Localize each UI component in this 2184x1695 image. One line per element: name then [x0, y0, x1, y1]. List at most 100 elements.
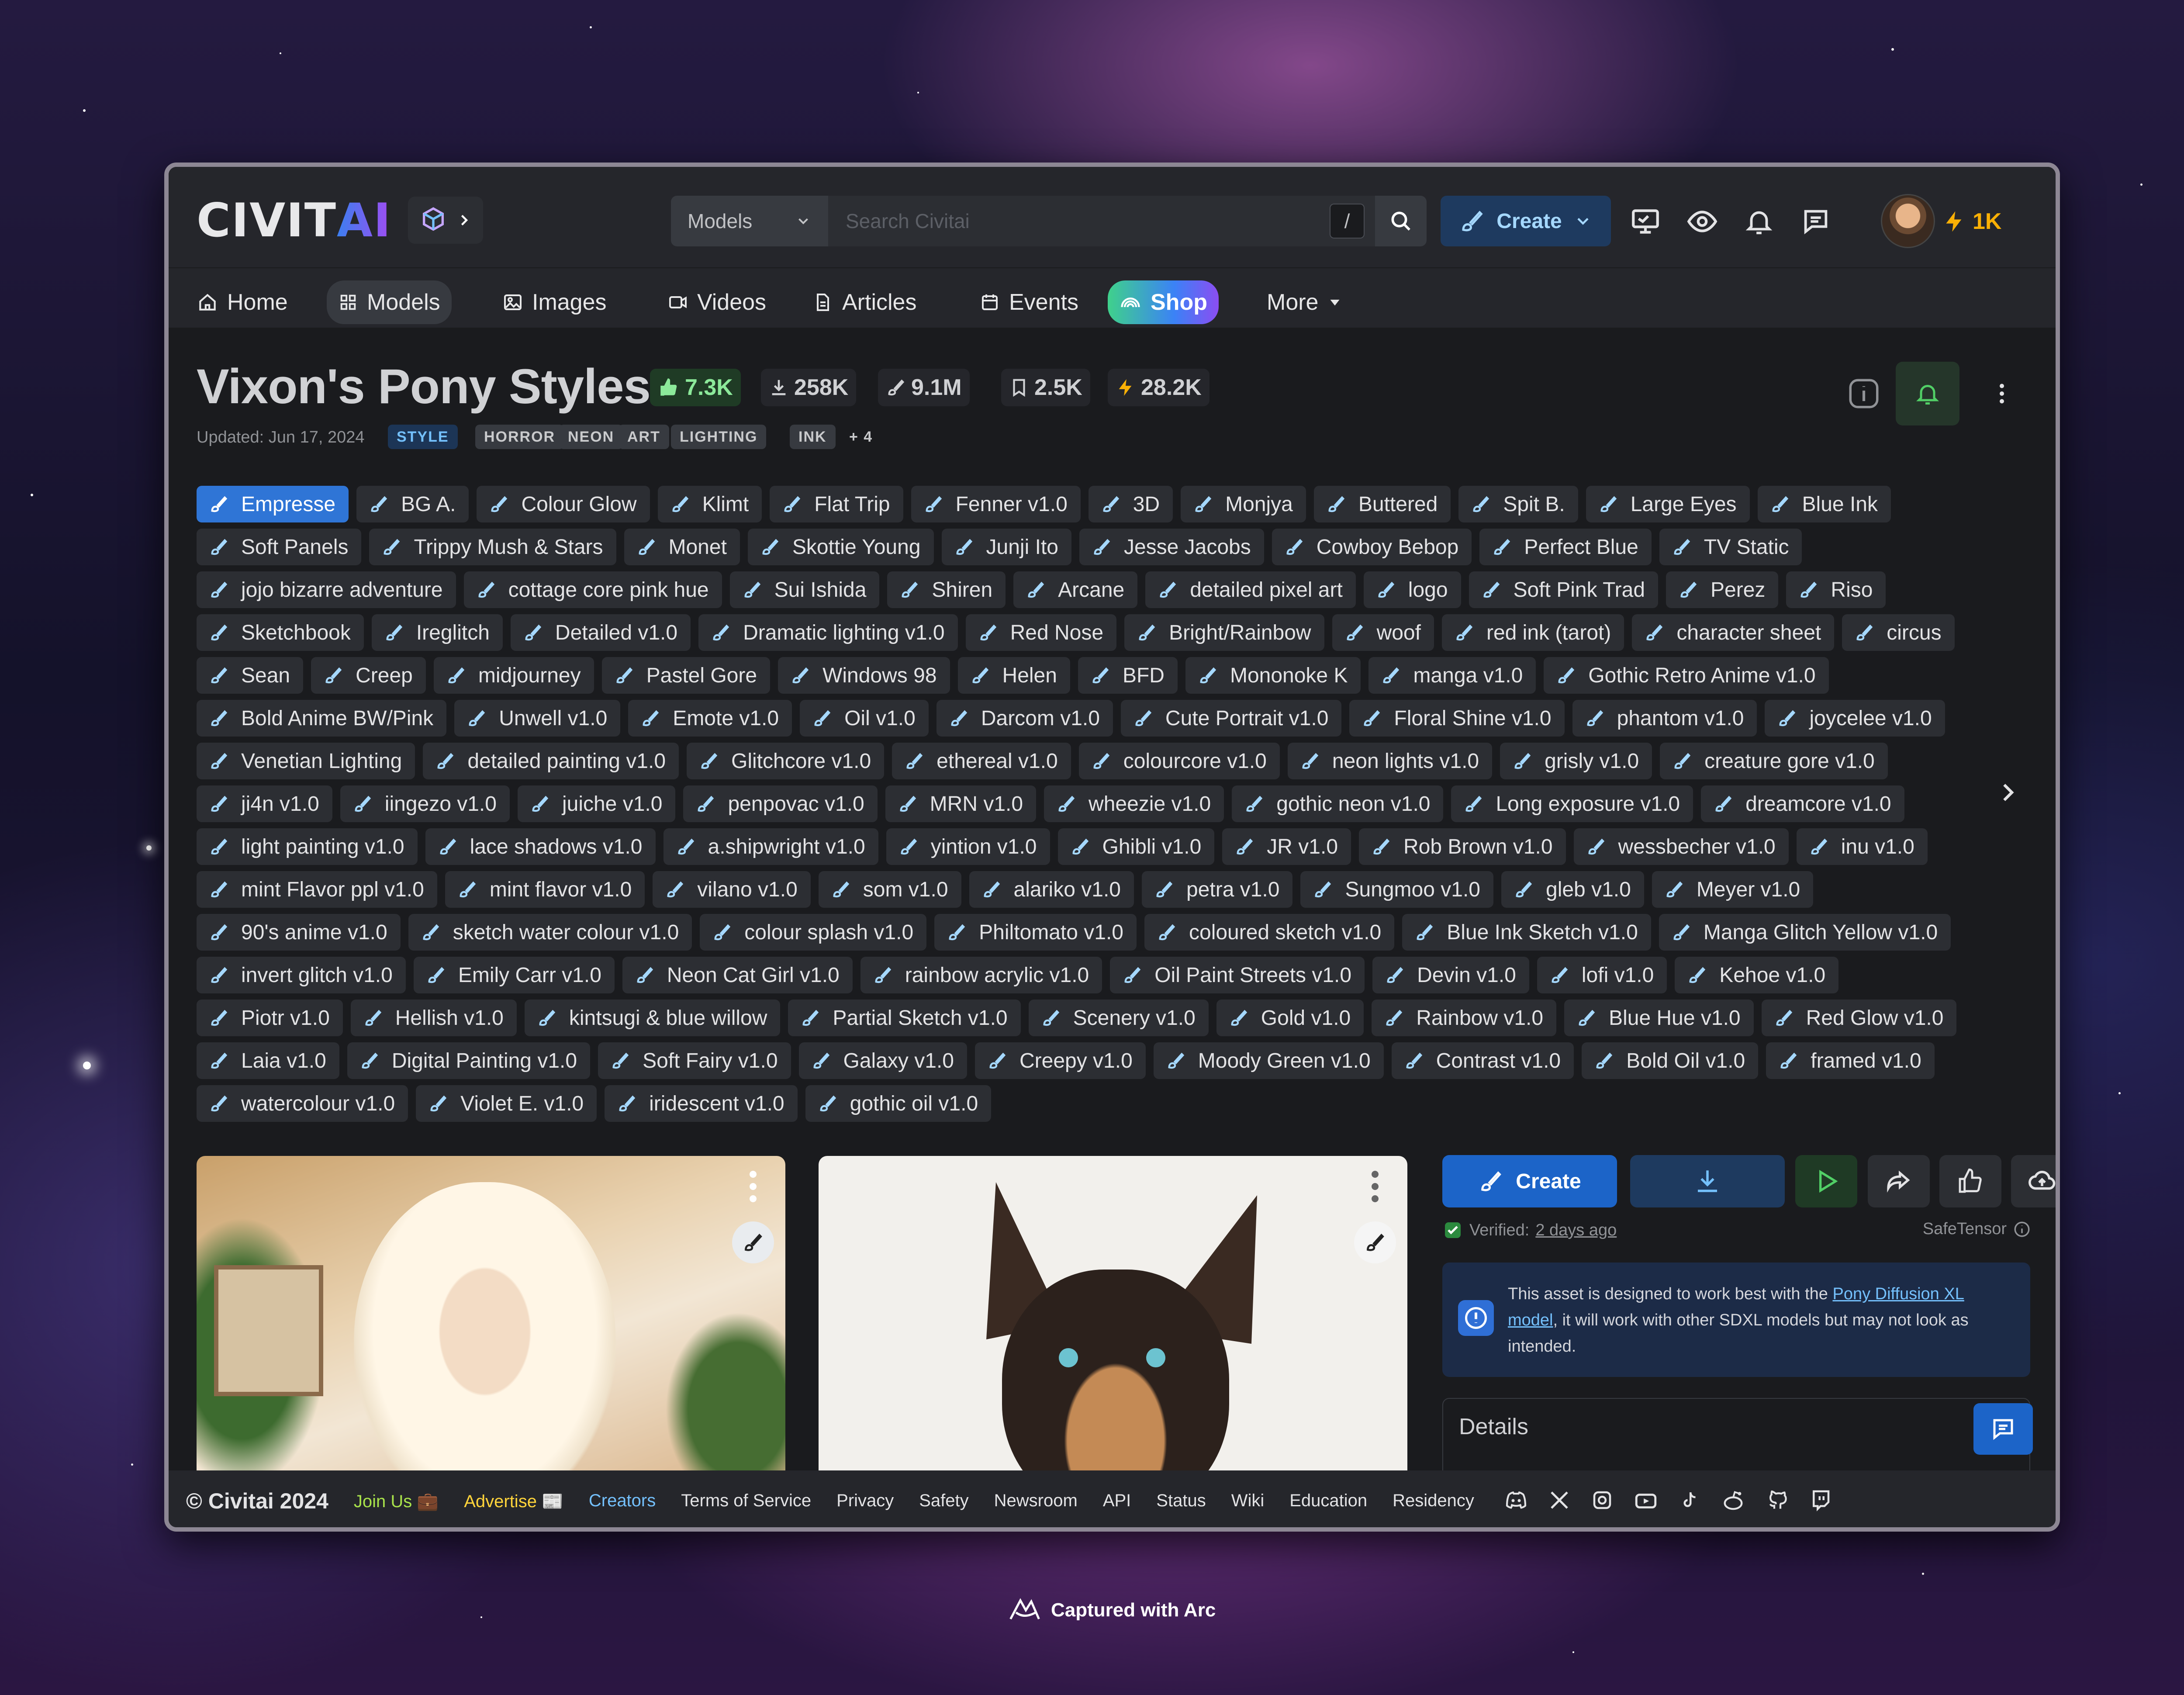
version-chip[interactable]: wheezie v1.0	[1044, 785, 1224, 822]
version-chip[interactable]: Digital Painting v1.0	[347, 1042, 591, 1079]
version-chip[interactable]: Violet E. v1.0	[416, 1085, 597, 1122]
version-chip[interactable]: gleb v1.0	[1501, 871, 1644, 908]
footer-link[interactable]: Newsroom	[994, 1491, 1078, 1512]
version-chip[interactable]: Creep	[311, 657, 426, 694]
version-chip[interactable]: Sketchbook	[197, 614, 364, 651]
notify-button[interactable]	[1896, 362, 1959, 425]
version-chip[interactable]: Empresse	[197, 486, 349, 522]
version-chip[interactable]: Spit B.	[1458, 486, 1578, 522]
footer-link[interactable]: API	[1103, 1491, 1131, 1512]
model-menu-button[interactable]	[1970, 362, 2034, 425]
version-chip[interactable]: alariko v1.0	[969, 871, 1134, 908]
version-chip[interactable]: Monjya	[1181, 486, 1306, 522]
version-chip[interactable]: grisly v1.0	[1500, 743, 1652, 779]
footer-link[interactable]: Wiki	[1231, 1491, 1265, 1512]
version-chip[interactable]: Contrast v1.0	[1391, 1042, 1574, 1079]
version-chip[interactable]: Soft Pink Trad	[1469, 571, 1659, 608]
more-tags-button[interactable]: + 4	[840, 425, 881, 449]
version-chip[interactable]: Emily Carr v1.0	[413, 957, 615, 993]
discussion-button[interactable]	[1973, 1403, 2033, 1455]
version-chip[interactable]: Large Eyes	[1586, 486, 1750, 522]
version-chip[interactable]: juiche v1.0	[517, 785, 676, 822]
version-chip[interactable]: som v1.0	[818, 871, 961, 908]
version-chip[interactable]: Hellish v1.0	[350, 1000, 517, 1036]
version-chip[interactable]: framed v1.0	[1766, 1042, 1935, 1079]
version-chip[interactable]: petra v1.0	[1141, 871, 1293, 908]
logo-menu-button[interactable]	[408, 197, 483, 244]
versions-next-button[interactable]	[1994, 779, 2021, 808]
nav-events[interactable]: Events	[968, 280, 1090, 324]
version-chip[interactable]: neon lights v1.0	[1287, 743, 1493, 779]
version-chip[interactable]: wessbecher v1.0	[1573, 828, 1789, 865]
version-chip[interactable]: jojo bizarre adventure	[197, 571, 456, 608]
version-chip[interactable]: a.shipwright v1.0	[663, 828, 878, 865]
version-chip[interactable]: creature gore v1.0	[1660, 743, 1888, 779]
version-chip[interactable]: manga v1.0	[1368, 657, 1536, 694]
version-chip[interactable]: Riso	[1786, 571, 1886, 608]
stat-buzz[interactable]: 28.2K	[1108, 369, 1209, 406]
instagram-icon[interactable]	[1590, 1488, 1614, 1512]
version-chip[interactable]: ethereal v1.0	[892, 743, 1071, 779]
search-input[interactable]: Search Civitai /	[828, 196, 1375, 246]
version-chip[interactable]: Trippy Mush & Stars	[369, 529, 616, 565]
nav-articles[interactable]: Articles	[801, 280, 928, 324]
preview-image-1[interactable]	[197, 1156, 785, 1479]
version-chip[interactable]: Bright/Rainbow	[1124, 614, 1324, 651]
version-chip[interactable]: Helen	[957, 657, 1070, 694]
version-chip[interactable]: vilano v1.0	[653, 871, 811, 908]
version-chip[interactable]: Sean	[197, 657, 304, 694]
version-chip[interactable]: Rainbow v1.0	[1372, 1000, 1557, 1036]
version-chip[interactable]: Buttered	[1313, 486, 1451, 522]
version-chip[interactable]: phantom v1.0	[1572, 700, 1757, 737]
version-chip[interactable]: joycelee v1.0	[1765, 700, 1945, 737]
info-icon[interactable]	[2013, 1220, 2031, 1238]
user-avatar[interactable]	[1881, 194, 1935, 248]
version-chip[interactable]: Bold Oil v1.0	[1582, 1042, 1759, 1079]
version-chip[interactable]: BFD	[1078, 657, 1178, 694]
footer-link[interactable]: Join Us 💼	[354, 1491, 439, 1512]
github-icon[interactable]	[1765, 1488, 1790, 1513]
version-chip[interactable]: Partial Sketch v1.0	[788, 1000, 1021, 1036]
reddit-icon[interactable]	[1721, 1488, 1746, 1514]
version-chip[interactable]: Emote v1.0	[628, 700, 792, 737]
youtube-icon[interactable]	[1633, 1488, 1659, 1514]
stat-bookmarks[interactable]: 2.5K	[1001, 369, 1090, 406]
version-chip[interactable]: MRN v1.0	[885, 785, 1037, 822]
version-chip[interactable]: Galaxy v1.0	[798, 1042, 967, 1079]
version-chip[interactable]: Philtomato v1.0	[934, 914, 1137, 951]
version-chip[interactable]: Skottie Young	[747, 529, 934, 565]
version-chip[interactable]: Moody Green v1.0	[1153, 1042, 1384, 1079]
eye-icon[interactable]	[1683, 202, 1722, 241]
version-chip[interactable]: colourcore v1.0	[1078, 743, 1280, 779]
version-chip[interactable]: Oil Paint Streets v1.0	[1110, 957, 1365, 993]
version-chip[interactable]: Perfect Blue	[1479, 529, 1652, 565]
footer-link[interactable]: Education	[1289, 1491, 1367, 1512]
version-chip[interactable]: Oil v1.0	[800, 700, 929, 737]
monitor-icon[interactable]	[1626, 202, 1665, 241]
version-chip[interactable]: detailed painting v1.0	[423, 743, 679, 779]
model-tag[interactable]: HORROR	[475, 425, 564, 449]
buzz-balance[interactable]: 1K	[1942, 202, 2001, 241]
version-chip[interactable]: detailed pixel art	[1145, 571, 1356, 608]
footer-link[interactable]: Privacy	[836, 1491, 894, 1512]
model-tag[interactable]: NEON	[559, 425, 623, 449]
chat-icon[interactable]	[1796, 202, 1835, 241]
version-chip[interactable]: Soft Panels	[197, 529, 362, 565]
version-chip[interactable]: Creepy v1.0	[975, 1042, 1146, 1079]
nav-home[interactable]: Home	[185, 280, 299, 324]
version-chip[interactable]: Darcom v1.0	[936, 700, 1113, 737]
version-chip[interactable]: Meyer v1.0	[1652, 871, 1814, 908]
version-chip[interactable]: Neon Cat Girl v1.0	[622, 957, 853, 993]
version-chip[interactable]: Pastel Gore	[601, 657, 771, 694]
version-chip[interactable]: gothic oil v1.0	[805, 1085, 992, 1122]
search-submit-button[interactable]	[1375, 196, 1427, 246]
version-chip[interactable]: Flat Trip	[770, 486, 903, 522]
version-chip[interactable]: watercolour v1.0	[197, 1085, 408, 1122]
footer-link[interactable]: Safety	[919, 1491, 968, 1512]
version-chip[interactable]: Blue Ink Sketch v1.0	[1402, 914, 1651, 951]
version-chip[interactable]: rainbow acrylic v1.0	[860, 957, 1102, 993]
model-tag[interactable]: ART	[619, 425, 669, 449]
remix-button[interactable]	[732, 1221, 774, 1263]
version-chip[interactable]: Sui Ishida	[729, 571, 880, 608]
version-chip[interactable]: Dramatic lighting v1.0	[698, 614, 958, 651]
